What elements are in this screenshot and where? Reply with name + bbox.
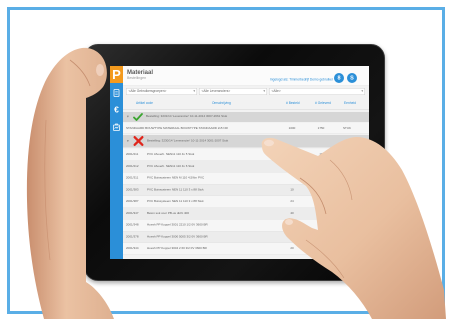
table-row[interactable]: 2001/211 PVC Afvoerb. NEN11 110 4x 5 Stu… bbox=[123, 149, 369, 161]
table-row[interactable]: 2001/212 PVC Afvoerb. NEN11 110 4x 6 Stu… bbox=[123, 160, 369, 173]
row-description: Hoesh PP Koppel 3000 5005 3/2 0V 3600 BR bbox=[147, 235, 208, 239]
row-ordered: 24 bbox=[290, 200, 294, 203]
row-ordered: 24 bbox=[290, 223, 294, 227]
document-icon[interactable] bbox=[113, 89, 121, 97]
row-ordered: 40 bbox=[290, 211, 294, 215]
row-description: Hoesh PP Koppel 3004 2 60 3/2 0V 3600 BR bbox=[147, 247, 207, 250]
row-description: PVC Afvoerb. NEN11 110 4x 6 Stuk bbox=[147, 164, 195, 168]
table-row[interactable]: 2001/387 PVC Buissysteem NEN 11 110 3 x … bbox=[123, 196, 369, 208]
supplier-filter-value: <Alle Leveranciers> bbox=[201, 89, 231, 94]
supplier-filter[interactable]: <Alle Leveranciers> ▾ bbox=[199, 88, 267, 95]
header-divider bbox=[123, 109, 369, 110]
document-icon-graphic bbox=[113, 89, 120, 97]
row-ordered: 40 bbox=[290, 235, 294, 239]
page-title: Materiaal bbox=[127, 68, 154, 76]
row-ordered: 1000 bbox=[288, 127, 296, 130]
row-description: Beton sok voor PB-us dicht 400 bbox=[147, 211, 190, 215]
row-code: 2001/212 bbox=[126, 164, 139, 168]
order-group-row[interactable]: ▾ Bestelling: 3230/14 'Leverancier' 10-1… bbox=[123, 135, 369, 148]
clipboard-chart-icon[interactable] bbox=[113, 123, 121, 131]
column-header-description[interactable]: Omschrijving bbox=[212, 102, 231, 106]
clipboard-chart-icon-graphic bbox=[113, 123, 120, 131]
order-label: Bestelling: 3230/14 'Leverancier' 10-11-… bbox=[147, 139, 229, 143]
check-icon bbox=[133, 113, 143, 124]
row-description: PVC Buissysteem NEN M 110 4,5/6m PVC bbox=[147, 176, 205, 180]
row-description: PVC Buissysteem NEN 11 110 3 x 88 Stuk bbox=[147, 188, 204, 192]
table-row[interactable]: 2001/347 Beton sok voor PB-us dicht 400 … bbox=[123, 207, 369, 220]
row-ordered: 20 bbox=[290, 247, 294, 250]
row-code: 2001/348 bbox=[126, 223, 139, 227]
row-description: Hoesh PP Koppel 3001 2210 1/2 0V 3600 BR bbox=[147, 223, 208, 227]
category-filter[interactable]: <Alle> ▾ bbox=[269, 88, 365, 95]
table-row[interactable]: 2001/311 PVC Buissysteem NEN M 110 4,5/6… bbox=[123, 172, 369, 185]
user-group-filter[interactable]: <Alle Gebruikersgroepen> ▾ bbox=[126, 88, 197, 95]
table-row[interactable]: 2001/348 Hoesh PP Koppel 3001 2210 1/2 0… bbox=[123, 219, 369, 232]
user-info[interactable]: Ingelogd als: Timmerbedrijf Demo gebruik… bbox=[270, 78, 333, 82]
row-code: 2001/387 bbox=[126, 200, 139, 203]
row-code: 2001/347 bbox=[126, 211, 139, 215]
column-header-unit[interactable]: Eenheid bbox=[344, 102, 356, 106]
expander-icon[interactable]: ▾ bbox=[127, 115, 129, 119]
column-header-ordered[interactable]: # Besteld bbox=[286, 102, 300, 106]
row-code: 2001/311 bbox=[126, 176, 139, 180]
table-row[interactable]: 2001/383 PVC Buissysteem NEN 11 110 3 x … bbox=[123, 184, 369, 196]
app-window: P € Materiaal Bestellingen Ingelogd als: bbox=[110, 66, 369, 259]
order-label: Bestelling: 3231/14 'Leverancier' 10-11-… bbox=[146, 115, 228, 118]
chevron-down-icon: ▾ bbox=[193, 89, 195, 94]
column-header-code[interactable]: Artikel code bbox=[136, 102, 153, 106]
row-code: 2001/344 bbox=[126, 247, 139, 250]
page-subtitle: Bestellingen bbox=[127, 76, 147, 81]
tablet-screen: P € Materiaal Bestellingen Ingelogd als: bbox=[110, 66, 369, 259]
row-description: PVC Buissysteem NEN 11 110 3 x 88 Stuk bbox=[147, 200, 204, 203]
chevron-down-icon: ▾ bbox=[263, 89, 265, 94]
column-header-delivered[interactable]: # Geleverd bbox=[315, 102, 331, 106]
order-group-row[interactable]: ▾ Bestelling: 3231/14 'Leverancier' 10-1… bbox=[123, 112, 369, 122]
app-logo[interactable]: P bbox=[110, 66, 123, 83]
row-description: PVC Afvoerb. NEN11 110 4x 5 Stuk bbox=[147, 153, 195, 156]
user-group-filter-value: <Alle Gebruikersgroepen> bbox=[128, 89, 167, 94]
row-code: 2001/378 bbox=[126, 235, 139, 239]
category-filter-value: <Alle> bbox=[271, 89, 281, 94]
row-text: STANDAARD BOUWTYPE MATERIAAL BOUWTYPE ST… bbox=[126, 127, 228, 130]
cross-icon-graphic bbox=[133, 135, 144, 147]
row-delivered: 10 bbox=[319, 153, 323, 156]
cross-icon bbox=[133, 135, 144, 150]
table-row[interactable]: 2001/344 Hoesh PP Koppel 3004 2 60 3/2 0… bbox=[123, 243, 369, 255]
euro-icon[interactable]: € bbox=[113, 106, 121, 115]
check-icon-graphic bbox=[133, 113, 143, 121]
row-delivered: 1750 bbox=[317, 127, 325, 130]
row-code: 2001/211 bbox=[126, 153, 139, 156]
sidebar: P € bbox=[110, 66, 123, 259]
table-row[interactable]: STANDAARD BOUWTYPE MATERIAAL BOUWTYPE ST… bbox=[123, 123, 369, 134]
table-row[interactable]: 2001/378 Hoesh PP Koppel 3000 5005 3/2 0… bbox=[123, 231, 369, 243]
row-unit: STUK bbox=[343, 127, 352, 130]
row-ordered: 10 bbox=[290, 188, 294, 192]
expander-icon[interactable]: ▾ bbox=[127, 139, 129, 144]
app-header: Materiaal Bestellingen Ingelogd als: Tim… bbox=[123, 66, 369, 86]
row-code: 2001/383 bbox=[126, 188, 139, 192]
user-icon[interactable]: 8 bbox=[334, 73, 344, 83]
chevron-down-icon: ▾ bbox=[361, 89, 363, 94]
row-delivered: 24 bbox=[319, 164, 323, 168]
settings-icon[interactable]: S bbox=[347, 73, 357, 83]
